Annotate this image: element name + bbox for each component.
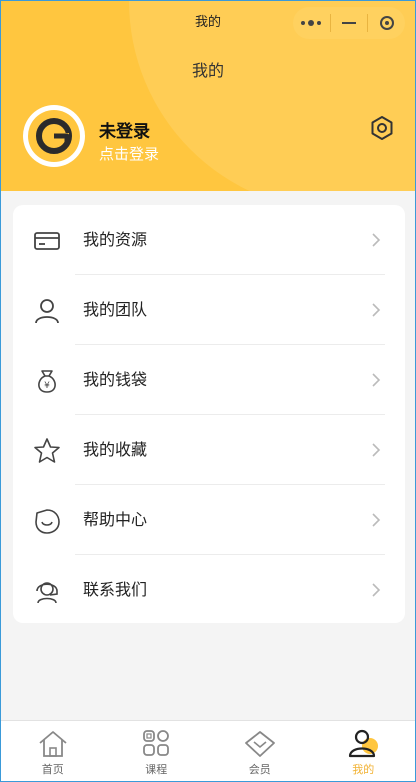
chevron-right-icon [372,443,381,457]
more-dots-icon [301,20,322,26]
app-frame: 我的 我的 未登录 点击登录 我的资源 我的团队 ¥ 我的钱袋 我的收藏 帮助中… [0,0,416,782]
brand-logo-icon [36,118,72,154]
tab-courses[interactable]: 课程 [105,721,209,781]
menu-item-favorites[interactable]: 我的收藏 [13,415,405,485]
close-button[interactable] [368,7,405,39]
tab-label: 首页 [41,763,64,776]
chevron-right-icon [372,373,381,387]
headset-icon [36,582,58,604]
page-title: 我的 [191,61,224,80]
user-icon [349,729,379,758]
star-icon [34,438,60,463]
menu-card: 我的资源 我的团队 ¥ 我的钱袋 我的收藏 帮助中心 联系我们 [13,205,405,623]
tab-me[interactable]: 我的 [312,721,416,781]
minimize-button[interactable] [331,7,368,39]
chevron-right-icon [372,513,381,527]
menu-item-help[interactable]: 帮助中心 [13,485,405,555]
menu-item-label: 我的收藏 [83,440,148,459]
menu-item-label: 我的团队 [83,300,148,319]
login-link[interactable]: 点击登录 [99,143,159,164]
mini-program-capsule [293,7,405,39]
menu-item-resources[interactable]: 我的资源 [13,205,405,275]
settings-icon[interactable] [369,115,395,141]
menu-item-label: 我的钱袋 [83,370,148,389]
menu-item-wallet[interactable]: ¥ 我的钱袋 [13,345,405,415]
menu-item-label: 帮助中心 [83,510,148,529]
home-icon [39,731,67,757]
card-icon [34,232,60,250]
smile-icon [35,509,60,534]
bottom-tab-bar: 首页 课程 会员 我的 [1,720,415,781]
chevron-right-icon [372,233,381,247]
grid-icon [143,730,170,756]
more-button[interactable] [293,7,330,39]
tab-label: 课程 [145,763,168,776]
menu-item-contact[interactable]: 联系我们 [13,555,405,625]
close-target-icon [379,16,394,30]
minimize-icon [342,22,356,24]
tab-membership[interactable]: 会员 [208,721,312,781]
diamond-icon [244,731,275,757]
chevron-right-icon [372,303,381,317]
tab-label: 我的 [352,763,375,776]
tab-label: 会员 [248,763,271,776]
svg-text:¥: ¥ [44,381,50,391]
chevron-right-icon [372,583,381,597]
person-icon [35,299,59,324]
menu-item-label: 我的资源 [83,230,148,249]
user-name: 未登录 [99,122,150,142]
menu-item-team[interactable]: 我的团队 [13,275,405,345]
menu-item-label: 联系我们 [83,580,148,599]
tab-home[interactable]: 首页 [1,721,105,781]
avatar[interactable] [23,105,85,167]
money-bag-icon: ¥ [38,370,56,393]
